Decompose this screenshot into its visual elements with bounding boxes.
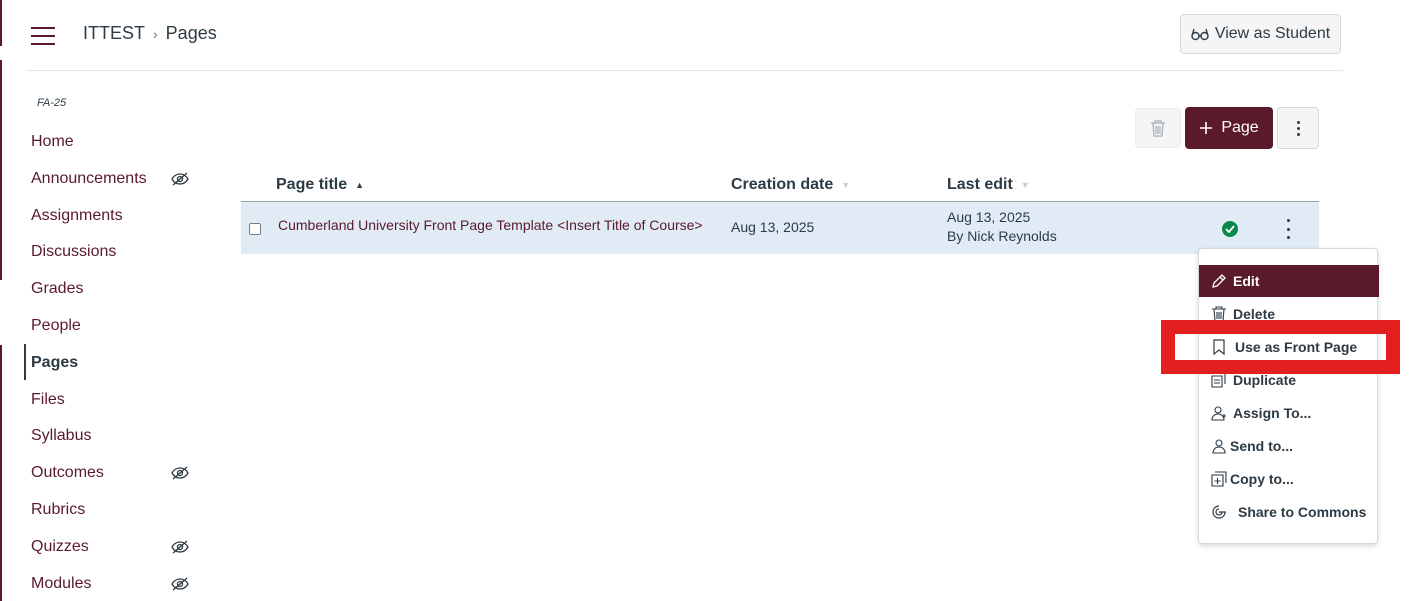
menu-item-delete[interactable]: Delete (1199, 298, 1379, 330)
duplicate-icon (1211, 372, 1226, 388)
bulk-delete-button[interactable] (1135, 108, 1181, 148)
add-page-label: Page (1221, 119, 1259, 136)
course-term: FA-25 (37, 97, 67, 109)
menu-item-label: Copy to... (1230, 471, 1294, 487)
sidebar-item-grades[interactable]: Grades (31, 278, 83, 300)
pencil-icon (1212, 274, 1226, 288)
sidebar-item-discussions[interactable]: Discussions (31, 241, 116, 263)
column-label: Creation date (731, 176, 834, 193)
sidebar-item-home[interactable]: Home (31, 131, 74, 153)
menu-item-label: Delete (1233, 306, 1276, 322)
row-options-button[interactable] (1280, 219, 1296, 239)
view-as-student-label: View as Student (1214, 25, 1331, 42)
sort-ascending-icon: ▲ (355, 180, 365, 190)
hidden-eye-icon (171, 577, 189, 591)
breadcrumb-course-link[interactable]: ITTEST (83, 23, 145, 44)
menu-item-label: Use as Front Page (1235, 339, 1358, 355)
assign-user-icon (1211, 406, 1226, 421)
course-menu-toggle-button[interactable] (31, 27, 55, 45)
page-title-link[interactable]: Cumberland University Front Page Templat… (278, 217, 703, 233)
last-edit-author: By Nick Reynolds (947, 228, 1057, 244)
column-header-page-title[interactable]: Page title ▲ (276, 176, 364, 194)
column-label: Last edit (947, 176, 1013, 193)
menu-item-share-to-commons[interactable]: Share to Commons (1199, 496, 1379, 528)
global-nav-edge (0, 60, 2, 280)
last-edit-date: Aug 13, 2025 (947, 209, 1031, 225)
sort-icon: ▼ (1020, 180, 1030, 190)
sidebar-item-people[interactable]: People (31, 315, 81, 337)
row-options-menu: Edit Delete Use as Front Page Duplicate … (1198, 248, 1379, 544)
add-page-button[interactable]: Page (1185, 107, 1273, 149)
sidebar-item-modules[interactable]: Modules (31, 573, 91, 595)
plus-icon (1200, 122, 1213, 134)
sidebar-item-assignments[interactable]: Assignments (31, 205, 123, 227)
menu-item-duplicate[interactable]: Duplicate (1199, 364, 1379, 396)
pages-options-button[interactable] (1277, 107, 1319, 149)
breadcrumb: ITTEST › Pages (83, 23, 217, 44)
user-icon (1212, 439, 1226, 454)
sidebar-item-rubrics[interactable]: Rubrics (31, 499, 85, 521)
active-nav-indicator (24, 344, 26, 380)
copy-icon (1211, 471, 1227, 487)
menu-item-label: Send to... (1230, 438, 1293, 454)
sidebar-item-syllabus[interactable]: Syllabus (31, 425, 91, 447)
column-label: Page title (276, 176, 348, 193)
menu-item-label: Duplicate (1233, 372, 1297, 388)
menu-item-label: Edit (1233, 273, 1260, 289)
hidden-eye-icon (171, 172, 189, 186)
menu-item-edit[interactable]: Edit (1199, 265, 1379, 297)
column-header-last-edit[interactable]: Last edit ▼ (947, 176, 1030, 194)
menu-item-label: Assign To... (1233, 405, 1312, 421)
sort-icon: ▼ (841, 180, 851, 190)
published-check-icon[interactable] (1222, 221, 1238, 237)
header-divider (26, 70, 1343, 71)
bookmark-icon (1213, 339, 1225, 355)
sidebar-item-pages[interactable]: Pages (31, 352, 78, 374)
global-nav-edge (0, 0, 2, 46)
kebab-icon (1296, 120, 1300, 136)
menu-item-use-as-front-page[interactable]: Use as Front Page (1199, 331, 1379, 363)
sidebar-item-files[interactable]: Files (31, 389, 65, 411)
sidebar-item-quizzes[interactable]: Quizzes (31, 536, 89, 558)
hidden-eye-icon (171, 466, 189, 480)
menu-item-assign-to[interactable]: Assign To... (1199, 397, 1379, 429)
chevron-right-icon: › (153, 25, 158, 42)
view-as-student-button[interactable]: View as Student (1180, 14, 1341, 54)
trash-icon (1212, 306, 1226, 322)
row-select-checkbox[interactable] (249, 223, 261, 235)
commons-icon (1212, 505, 1226, 519)
breadcrumb-current: Pages (165, 23, 217, 43)
creation-date: Aug 13, 2025 (731, 219, 815, 235)
global-nav-edge (0, 345, 2, 601)
hidden-eye-icon (171, 540, 189, 554)
menu-item-send-to[interactable]: Send to... (1199, 430, 1379, 462)
trash-icon (1151, 120, 1165, 137)
column-header-creation-date[interactable]: Creation date ▼ (731, 176, 850, 194)
menu-item-copy-to[interactable]: Copy to... (1199, 463, 1379, 495)
glasses-icon (1191, 28, 1209, 41)
sidebar-item-announcements[interactable]: Announcements (31, 168, 147, 190)
menu-item-label: Share to Commons (1238, 504, 1367, 520)
sidebar-item-outcomes[interactable]: Outcomes (31, 462, 104, 484)
